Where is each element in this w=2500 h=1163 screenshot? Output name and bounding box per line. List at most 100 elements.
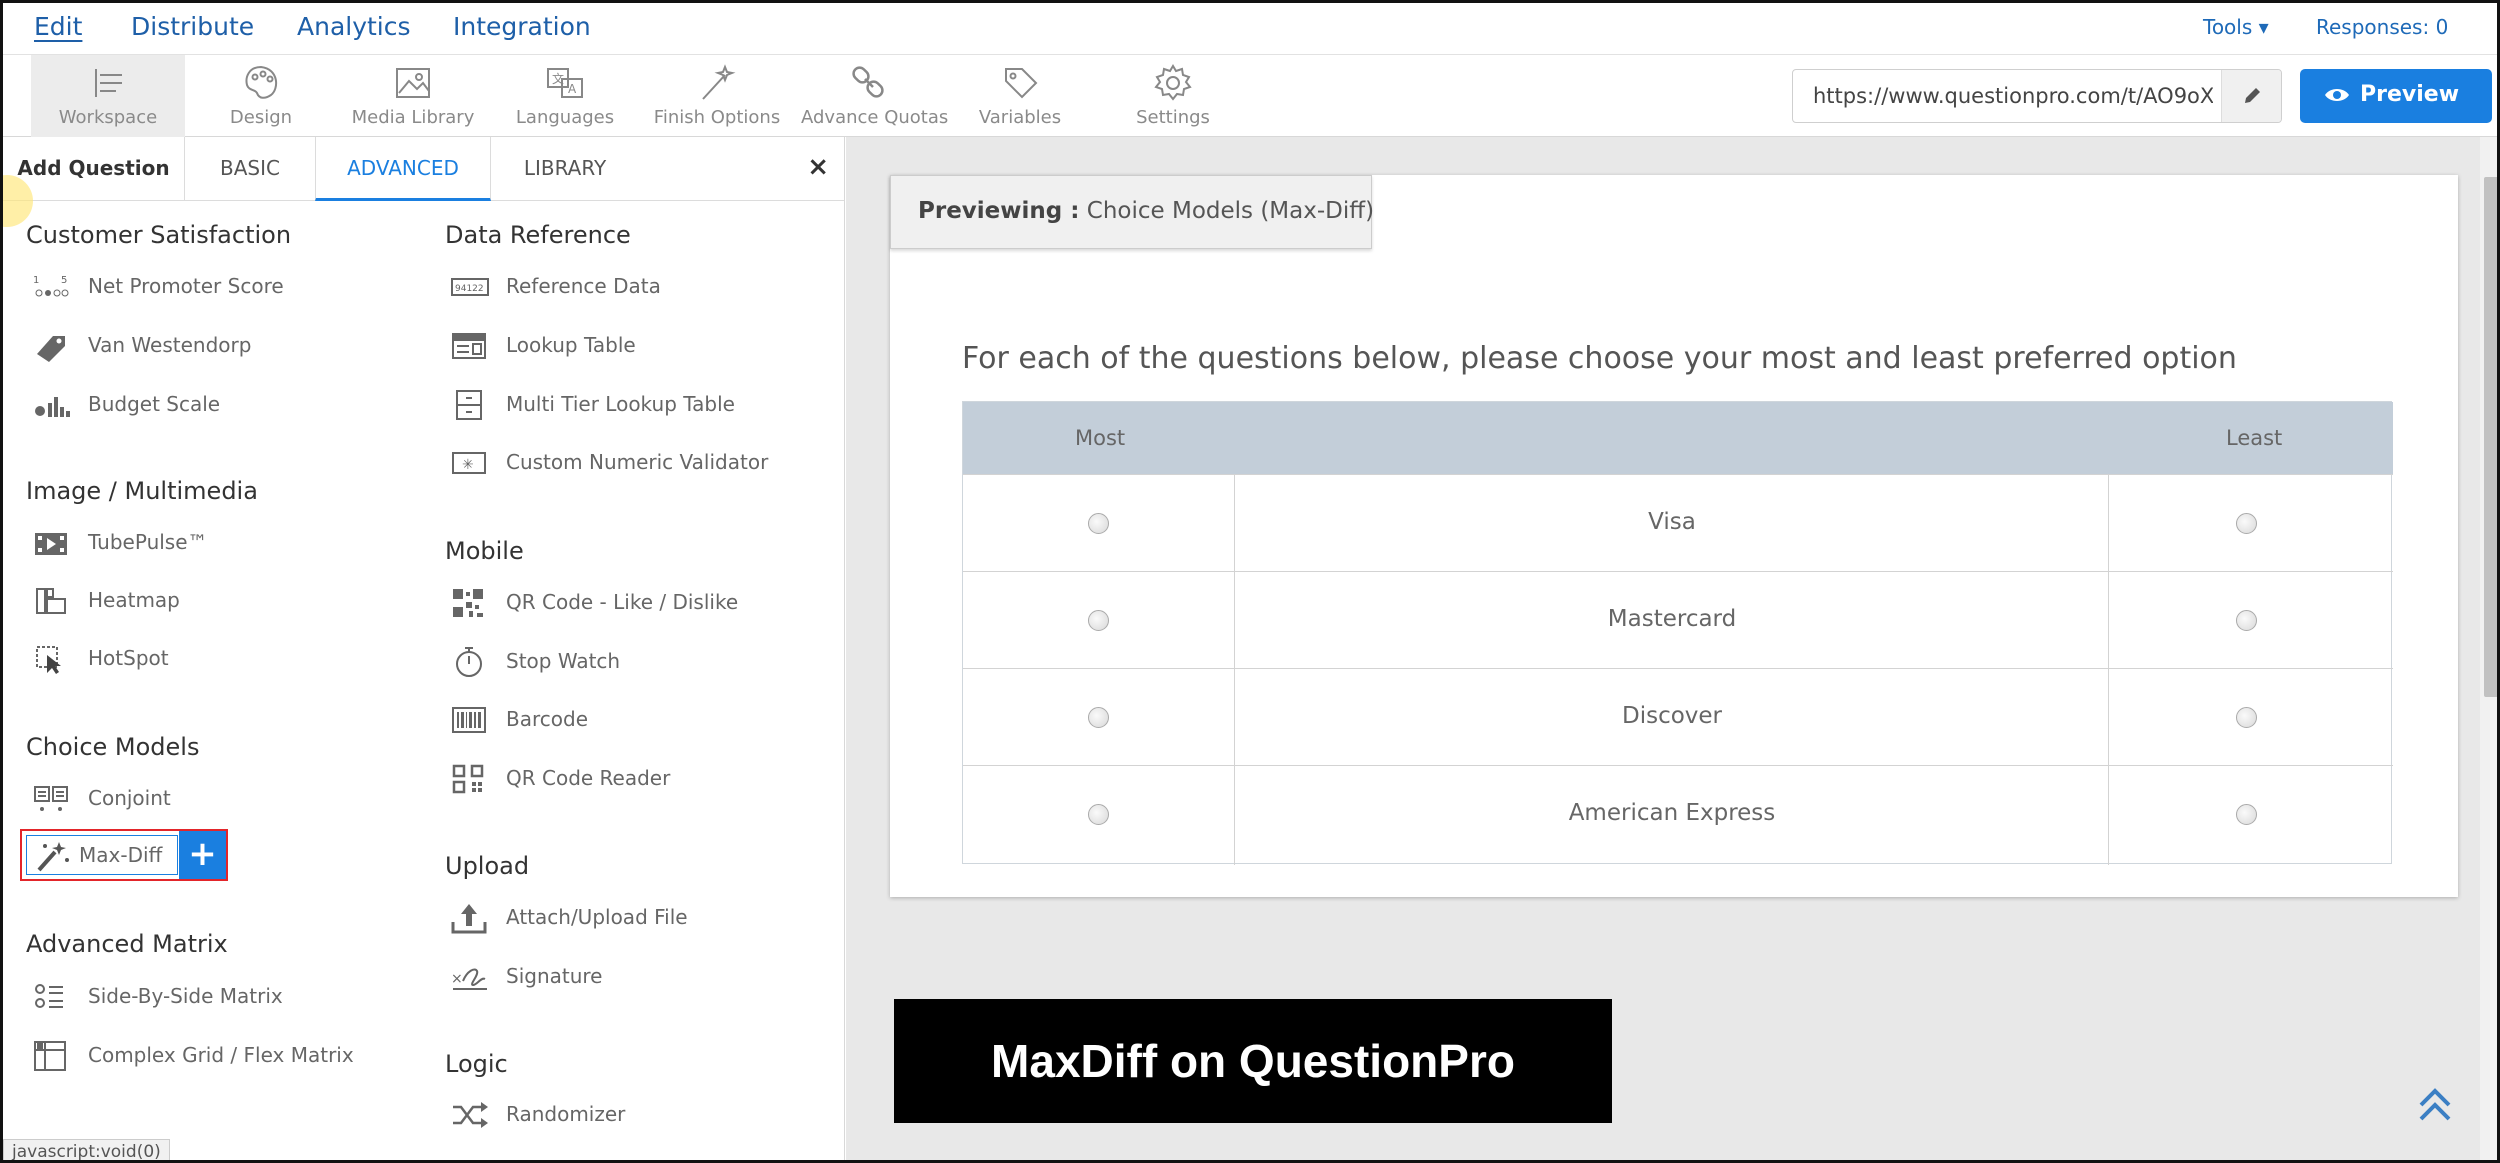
category-title: Image / Multimedia — [26, 477, 258, 505]
tool-settings[interactable]: Settings — [1123, 55, 1223, 137]
question-type-label: Complex Grid / Flex Matrix — [88, 1043, 354, 1067]
radio-most[interactable] — [1088, 707, 1109, 728]
question-type-label: Van Westendorp — [88, 333, 252, 357]
radio-least[interactable] — [2236, 707, 2257, 728]
scrollbar-thumb[interactable] — [2484, 177, 2497, 697]
category-title: Upload — [445, 852, 530, 880]
radio-most[interactable] — [1088, 804, 1109, 825]
table-row: Visa — [963, 474, 2393, 571]
category-title: Customer Satisfaction — [26, 221, 292, 249]
header-least: Least — [2226, 426, 2283, 450]
tool-label: Advance Quotas — [801, 107, 949, 128]
nav-distribute[interactable]: Distribute — [131, 12, 254, 41]
tool-label: Languages — [515, 107, 615, 128]
category-title: Logic — [445, 1050, 508, 1078]
signature-icon: × — [451, 968, 487, 990]
top-nav: Edit Distribute Analytics Integration To… — [3, 3, 2497, 55]
edit-url-button[interactable] — [2221, 70, 2281, 122]
gear-icon — [1154, 64, 1192, 101]
radio-most[interactable] — [1088, 610, 1109, 631]
radio-most[interactable] — [1088, 513, 1109, 534]
workspace-icon — [95, 69, 122, 97]
question-tabs: Add Question BASIC ADVANCED LIBRARY × — [3, 137, 844, 201]
tools-menu[interactable]: Tools ▾ — [2203, 15, 2269, 39]
add-maxdiff-button[interactable]: + — [179, 831, 226, 879]
table-header: Most Least — [963, 402, 2393, 474]
reference-data-icon: 94122 — [451, 278, 489, 296]
app-window: Edit Distribute Analytics Integration To… — [0, 0, 2500, 1163]
survey-url-field[interactable]: https://www.questionpro.com/t/AO9oXZfl — [1792, 69, 2282, 123]
category-title: Choice Models — [26, 733, 200, 761]
status-bar: javascript:void(0) — [3, 1139, 170, 1160]
heatmap-icon — [36, 588, 66, 614]
question-type-label: Budget Scale — [88, 392, 221, 416]
tool-languages[interactable]: 文A Languages — [508, 55, 622, 137]
preview-button[interactable]: Preview — [2300, 69, 2492, 123]
qr-code-icon — [453, 589, 483, 617]
close-icon[interactable]: × — [807, 152, 829, 182]
responses-count[interactable]: Responses: 0 — [2316, 15, 2448, 39]
radio-least[interactable] — [2236, 804, 2257, 825]
header-most: Most — [1075, 426, 1126, 450]
magic-wand-icon — [702, 64, 736, 100]
option-label: Visa — [1648, 509, 1696, 535]
tool-variables[interactable]: Variables — [970, 55, 1070, 137]
tab-basic[interactable]: BASIC — [185, 137, 315, 201]
tool-workspace[interactable]: Workspace — [31, 55, 185, 137]
option-label: Discover — [1621, 703, 1723, 729]
preview-tag: Previewing : Choice Models (Max-Diff) — [890, 175, 1374, 249]
question-type-label: Heatmap — [88, 588, 180, 612]
table-row: Mastercard — [963, 571, 2393, 668]
option-label: Mastercard — [1607, 606, 1737, 632]
add-question-panel: Add Question BASIC ADVANCED LIBRARY × Cu… — [3, 137, 845, 1160]
tool-advance-quotas[interactable]: Advance Quotas — [801, 55, 949, 137]
question-type-label: Randomizer — [506, 1102, 626, 1126]
nav-analytics[interactable]: Analytics — [297, 12, 411, 41]
image-icon — [396, 68, 430, 98]
tool-media-library[interactable]: Media Library — [345, 55, 481, 137]
tool-design[interactable]: Design — [203, 55, 319, 137]
question-type-label: TubePulse™ — [88, 530, 208, 554]
svg-text:94122: 94122 — [455, 284, 484, 294]
tag-icon — [1005, 68, 1038, 99]
question-type-label: HotSpot — [88, 646, 169, 670]
survey-url-text: https://www.questionpro.com/t/AO9oXZfl — [1813, 84, 2213, 108]
question-type-label: Stop Watch — [506, 649, 621, 673]
nav-integration[interactable]: Integration — [453, 12, 591, 41]
svg-text:A: A — [568, 82, 577, 96]
qr-reader-icon — [452, 764, 484, 794]
svg-text:×: × — [451, 971, 463, 987]
scrollbar[interactable] — [2480, 137, 2497, 1160]
tool-label: Media Library — [351, 107, 475, 128]
question-type-label: Side-By-Side Matrix — [88, 984, 283, 1008]
shuffle-icon — [453, 1102, 488, 1128]
radio-least[interactable] — [2236, 513, 2257, 534]
magic-wand-icon — [37, 842, 69, 872]
eye-icon — [2325, 89, 2349, 101]
tool-finish-options[interactable]: Finish Options — [653, 55, 781, 137]
question-type-label: Attach/Upload File — [506, 905, 688, 929]
tab-advanced[interactable]: ADVANCED — [315, 137, 491, 201]
price-tag-icon — [37, 336, 65, 362]
question-type-label: Net Promoter Score — [88, 274, 284, 298]
nav-edit[interactable]: Edit — [34, 12, 82, 41]
upload-icon — [451, 904, 487, 934]
maxdiff-highlight: Max-Diff + — [20, 829, 228, 881]
tool-label: Design — [229, 107, 293, 128]
maxdiff-item[interactable]: Max-Diff — [26, 835, 178, 875]
toolbar: Workspace Design Media Library 文A Langua… — [3, 55, 2497, 137]
svg-text:✳: ✳ — [462, 457, 474, 473]
tool-label: Settings — [1136, 107, 1210, 128]
question-type-label: Max-Diff — [79, 843, 163, 867]
conjoint-icon — [34, 786, 68, 811]
stopwatch-icon — [456, 647, 482, 677]
question-type-label: Reference Data — [506, 274, 661, 298]
video-icon — [35, 533, 67, 555]
tab-library[interactable]: LIBRARY — [491, 137, 639, 201]
option-label: American Express — [1568, 800, 1776, 826]
link-icon — [852, 66, 884, 98]
radio-least[interactable] — [2236, 610, 2257, 631]
tool-label: Finish Options — [653, 107, 781, 128]
scroll-to-top-icon[interactable] — [2413, 1083, 2457, 1127]
question-type-label: QR Code - Like / Dislike — [506, 590, 739, 614]
